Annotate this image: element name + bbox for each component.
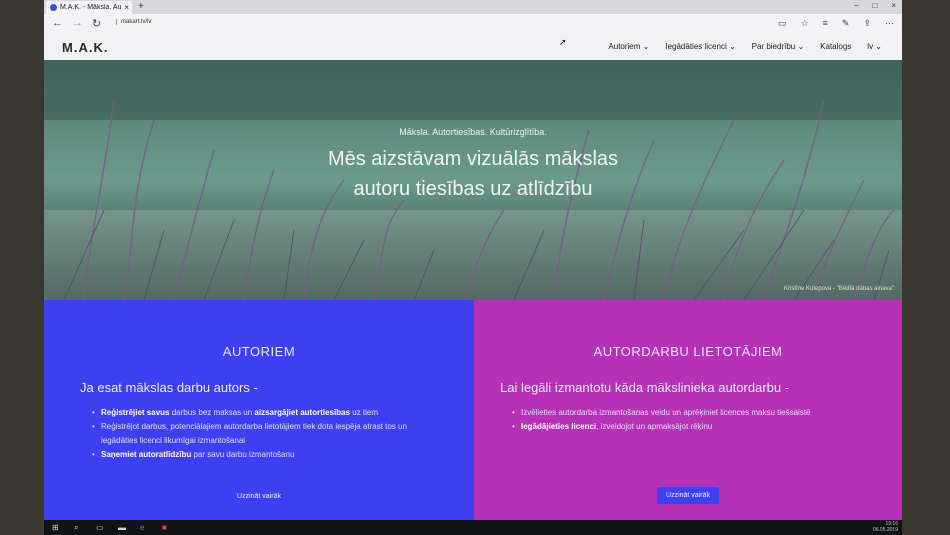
system-clock[interactable]: 19:16 06.05.2019 (873, 521, 898, 533)
minimize-button[interactable]: – (854, 1, 858, 10)
back-arrow-icon[interactable]: ← (52, 17, 63, 29)
tab-title: M.A.K. - Māksla. Autortie (60, 4, 122, 11)
mouse-cursor-icon: ➚ (559, 37, 567, 47)
refresh-icon[interactable]: ↻ (92, 17, 101, 30)
site-logo[interactable]: M.A.K. (62, 40, 108, 55)
hero-title-line-2: autoru tiesības uz atlīdzību (353, 178, 593, 200)
site-favicon-icon (50, 4, 57, 11)
maximize-button[interactable]: □ (872, 1, 877, 10)
menu-item-autoriem[interactable]: Autoriem ⌄ (608, 42, 649, 51)
menu-item-iegadaties-licenci[interactable]: Iegādāties licenci ⌄ (665, 42, 735, 51)
users-steps-list: Izvēlieties autordarba izmantošanas veid… (512, 406, 862, 434)
users-panel: AUTORDARBU LIETOTĀJIEM Lai legāli izmant… (474, 300, 902, 520)
language-selector[interactable]: lv ⌄ (867, 42, 882, 51)
main-menu: Autoriem ⌄ Iegādāties licenci ⌄ Par bied… (608, 42, 882, 51)
notes-icon[interactable]: ✎ (842, 18, 850, 29)
url-field[interactable]: makart.lv/lv (116, 19, 151, 25)
forward-arrow-icon[interactable]: → (72, 17, 83, 29)
new-tab-button[interactable]: + (138, 1, 144, 12)
authors-benefits-list: Reģistrējiet savus darbus bez maksas un … (92, 406, 442, 462)
authors-panel: AUTORIEM Ja esat mākslas darbu autors - … (44, 300, 474, 520)
menu-item-katalogs[interactable]: Katalogs (820, 42, 851, 51)
file-explorer-icon[interactable]: ▬ (118, 523, 126, 532)
hero-title: Mēs aizstāvam vizuālās mākslas autoru ti… (44, 144, 902, 204)
task-view-icon[interactable]: ▭ (96, 523, 104, 532)
site-header: M.A.K. Autoriem ⌄ Iegādāties licenci ⌄ P… (44, 34, 902, 60)
menu-item-par-biedribu[interactable]: Par biedrību ⌄ (752, 42, 805, 51)
users-panel-subtitle: Lai legāli izmantotu kāda mākslinieka au… (500, 380, 790, 395)
image-credit: Kristīne Kutepova - "Bēdīā dabas ainava" (784, 286, 894, 292)
browser-tab[interactable]: M.A.K. - Māksla. Autortie × (46, 1, 132, 14)
hero-title-line-1: Mēs aizstāvam vizuālās mākslas (327, 148, 619, 170)
address-bar: ← → ↻ makart.lv/lv ▭ ☆ ≡ ✎ ⇪ ⋯ (44, 14, 902, 35)
hero-banner: Māksla. Autortiesības. Kultūrizglītība. … (44, 60, 902, 300)
authors-learn-more-link[interactable]: Uzzināt vairāk (44, 493, 474, 500)
hub-icon[interactable]: ≡ (823, 18, 828, 29)
authors-panel-subtitle: Ja esat mākslas darbu autors - (80, 380, 258, 395)
tab-bar: M.A.K. - Māksla. Autortie × + – □ × (44, 0, 902, 14)
window-controls: – □ × (854, 1, 896, 10)
users-panel-title: AUTORDARBU LIETOTĀJIEM (593, 344, 783, 359)
hero-kicker: Māksla. Autortiesības. Kultūrizglītība. (399, 127, 547, 137)
share-icon[interactable]: ⇪ (863, 18, 871, 29)
list-item: Izvēlieties autordarba izmantošanas veid… (512, 406, 862, 420)
windows-taskbar: ⊞ ⌕ ▭ ▬ e ■ 19:16 06.05.2019 (44, 520, 902, 535)
powerpoint-icon[interactable]: ■ (162, 523, 167, 532)
authors-panel-title: AUTORIEM (222, 344, 296, 359)
edge-browser-icon[interactable]: e (140, 523, 144, 532)
list-item: Reģistrējiet savus darbus bez maksas un … (92, 406, 442, 420)
start-windows-icon[interactable]: ⊞ (52, 523, 59, 532)
favorite-star-icon[interactable]: ☆ (801, 18, 809, 29)
clock-date: 06.05.2019 (872, 527, 898, 533)
tab-close-icon[interactable]: × (124, 3, 132, 12)
list-item: Reģistrējot darbus, potenciālajiem autor… (92, 420, 442, 448)
search-icon[interactable]: ⌕ (74, 523, 78, 533)
users-learn-more-button[interactable]: Uzzināt vairāk (657, 487, 719, 504)
close-window-button[interactable]: × (891, 1, 896, 10)
more-icon[interactable]: ⋯ (885, 18, 894, 29)
reading-view-icon[interactable]: ▭ (778, 18, 787, 29)
browser-toolbar: ▭ ☆ ≡ ✎ ⇪ ⋯ (778, 18, 894, 29)
list-item: Iegādājieties licenci, izveidojot un apm… (512, 420, 862, 434)
browser-window: M.A.K. - Māksla. Autortie × + – □ × ← → … (44, 0, 902, 520)
list-item: Saņemiet autoratlīdzību par savu darbu i… (92, 448, 442, 462)
